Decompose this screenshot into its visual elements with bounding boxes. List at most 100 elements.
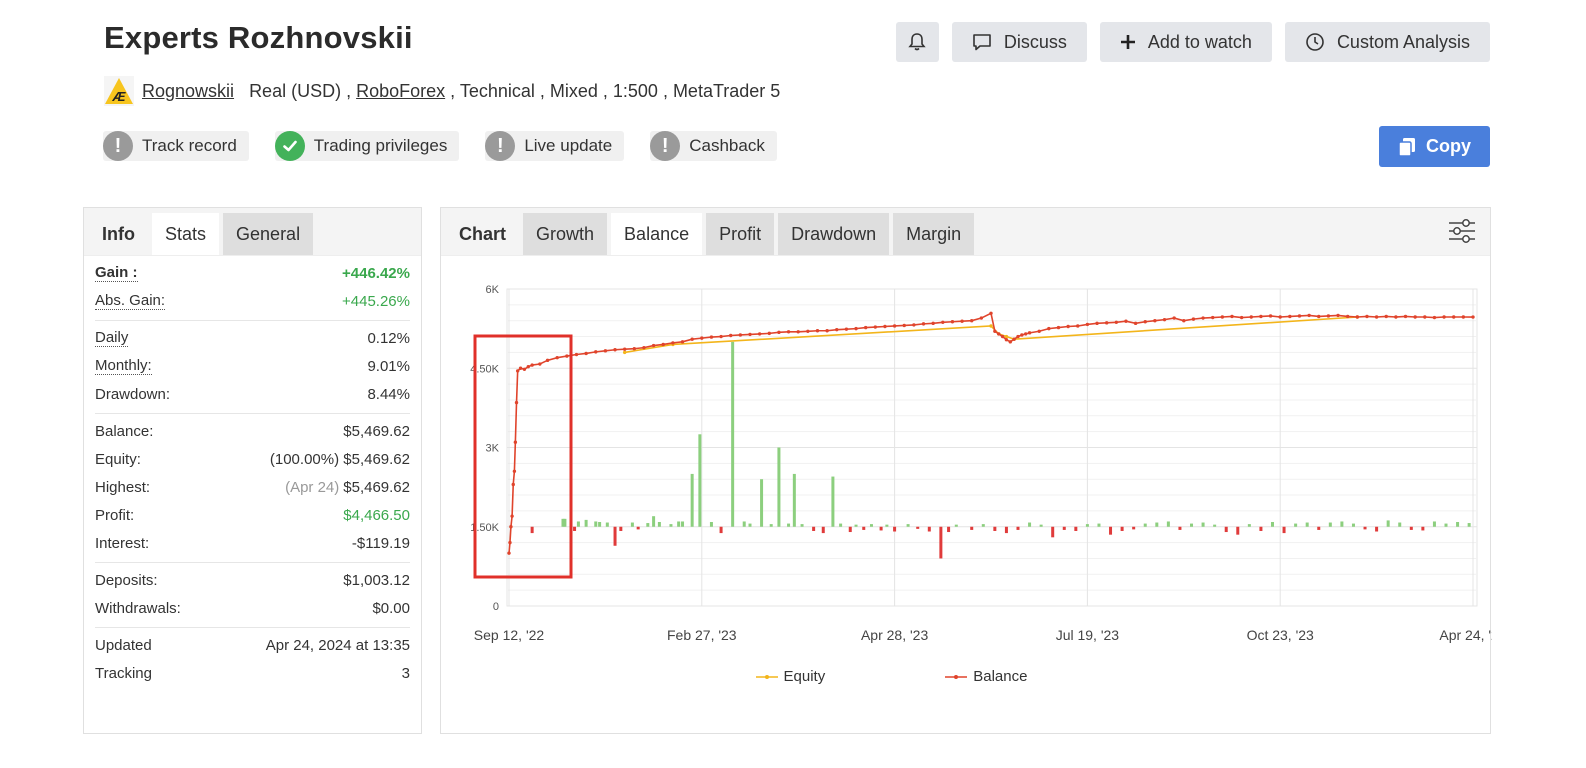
stat-highest-date: (Apr 24) <box>285 478 340 496</box>
broker-link[interactable]: RoboForex <box>356 81 445 102</box>
profit-bar <box>777 447 781 527</box>
user-link[interactable]: Rognowskii <box>142 81 234 102</box>
stat-label[interactable]: Daily <box>95 329 129 347</box>
profit-bar <box>812 526 816 531</box>
add-to-watch-button[interactable]: Add to watch <box>1099 22 1272 62</box>
badge-trading-privileges[interactable]: Trading privileges <box>274 131 460 161</box>
balance-point <box>815 329 820 333</box>
stat-label: Deposits: <box>95 571 158 589</box>
tab-chart[interactable]: Chart <box>446 213 519 255</box>
balance-point <box>518 366 523 370</box>
balance-point <box>1191 317 1196 321</box>
profit-bar <box>1074 526 1078 531</box>
stat-value: $0.00 <box>372 599 410 617</box>
balance-chart[interactable]: Sep 12, '22 Feb 27, '23 Apr 28, '23 Jul 19,… <box>441 256 1492 726</box>
balance-point <box>806 329 810 333</box>
balance-point <box>509 525 513 529</box>
balance-point <box>883 324 887 329</box>
tab-balance[interactable]: Balance <box>611 213 703 255</box>
profit-bar <box>1178 526 1182 530</box>
balance-point <box>510 514 514 518</box>
stat-label[interactable]: Monthly: <box>95 357 152 375</box>
legend-equity[interactable]: Equity <box>755 668 825 685</box>
notification-button[interactable] <box>895 22 939 62</box>
profit-bar <box>742 521 746 527</box>
profit-bar <box>927 526 931 532</box>
stat-label[interactable]: Gain : <box>95 264 138 282</box>
stat-label[interactable]: Abs. Gain: <box>95 292 166 310</box>
badge-cashback[interactable]: ! Cashback <box>650 131 777 161</box>
legend-balance[interactable]: Balance <box>945 668 1027 685</box>
balance-point <box>545 358 550 363</box>
chart-tabs: Chart Growth Balance Profit Drawdown Mar… <box>441 208 1490 256</box>
balance-point <box>873 325 878 329</box>
balance-point <box>1220 315 1225 319</box>
custom-analysis-label: Custom Analysis <box>1336 31 1470 52</box>
profit-bar <box>731 341 735 527</box>
badge-label: Live update <box>524 136 613 155</box>
profit-bar <box>1432 521 1436 527</box>
legend-label: Balance <box>973 668 1028 685</box>
profit-bar <box>1421 526 1425 531</box>
profit-bar <box>594 521 598 527</box>
tab-growth[interactable]: Growth <box>523 213 608 255</box>
x-tick-label: Sep 12, '22 <box>474 627 545 643</box>
stat-value: -$119.19 <box>351 534 410 552</box>
balance-point <box>796 330 800 334</box>
profit-bar <box>1085 524 1089 527</box>
copy-button[interactable]: Copy <box>1379 126 1490 167</box>
stat-interest: Interest: -$119.19 <box>95 529 410 557</box>
tab-profit[interactable]: Profit <box>706 213 775 255</box>
balance-point <box>729 333 733 338</box>
profit-bar <box>893 526 897 532</box>
profit-bar <box>657 521 661 527</box>
tab-drawdown[interactable]: Drawdown <box>778 213 890 255</box>
balance-point <box>1162 317 1167 322</box>
tab-general[interactable]: General <box>223 213 314 255</box>
stat-label: Withdrawals: <box>95 599 181 617</box>
tab-stats[interactable]: Stats <box>152 213 220 255</box>
badge-live-update[interactable]: ! Live update <box>485 131 625 161</box>
balance-point <box>709 335 714 339</box>
profit-bar <box>1201 522 1205 527</box>
stat-label: Profit: <box>95 506 135 524</box>
tab-margin[interactable]: Margin <box>893 213 975 255</box>
custom-analysis-button[interactable]: Custom Analysis <box>1284 22 1490 62</box>
balance-point <box>1016 334 1020 339</box>
stat-monthly: Monthly: 9.01% <box>95 352 410 380</box>
stat-value: +446.42% <box>342 264 410 282</box>
balance-point <box>941 320 945 324</box>
profit-bar <box>1294 523 1298 527</box>
balance-point <box>603 349 608 353</box>
balance-point <box>515 369 520 373</box>
profit-bar <box>613 526 617 546</box>
stat-label: Tracking <box>95 664 152 682</box>
badge-track-record[interactable]: ! Track record <box>103 131 249 161</box>
balance-point <box>931 321 935 326</box>
balance-point <box>902 323 906 328</box>
balance-point <box>1056 325 1061 330</box>
copy-icon <box>1398 137 1415 157</box>
profit-bar <box>1270 521 1274 527</box>
balance-point <box>1423 315 1427 319</box>
stat-withdrawals: Withdrawals: $0.00 <box>95 594 410 622</box>
stat-label: Balance: <box>95 422 154 440</box>
balance-point <box>1000 334 1005 339</box>
account-meta: Æ Rognowskii Real (USD) , RoboForex , Te… <box>104 76 780 106</box>
profit-bar <box>698 434 702 527</box>
account-details: , Technical , Mixed , 1:500 , MetaTrader… <box>450 80 781 101</box>
profit-bar <box>630 522 634 527</box>
profit-bar <box>916 526 920 529</box>
balance-point <box>1394 315 1398 319</box>
balance-point <box>1124 319 1128 323</box>
profit-bar <box>954 524 958 527</box>
settings-sliders-icon[interactable] <box>1448 217 1476 245</box>
discuss-button[interactable]: Discuss <box>951 22 1087 62</box>
balance-point <box>1172 316 1176 320</box>
tab-info[interactable]: Info <box>89 213 148 255</box>
profit-bar <box>1120 526 1124 531</box>
comment-icon <box>973 34 991 51</box>
avatar[interactable]: Æ <box>104 76 134 106</box>
balance-point <box>1297 314 1302 318</box>
profit-bar <box>1016 526 1020 530</box>
